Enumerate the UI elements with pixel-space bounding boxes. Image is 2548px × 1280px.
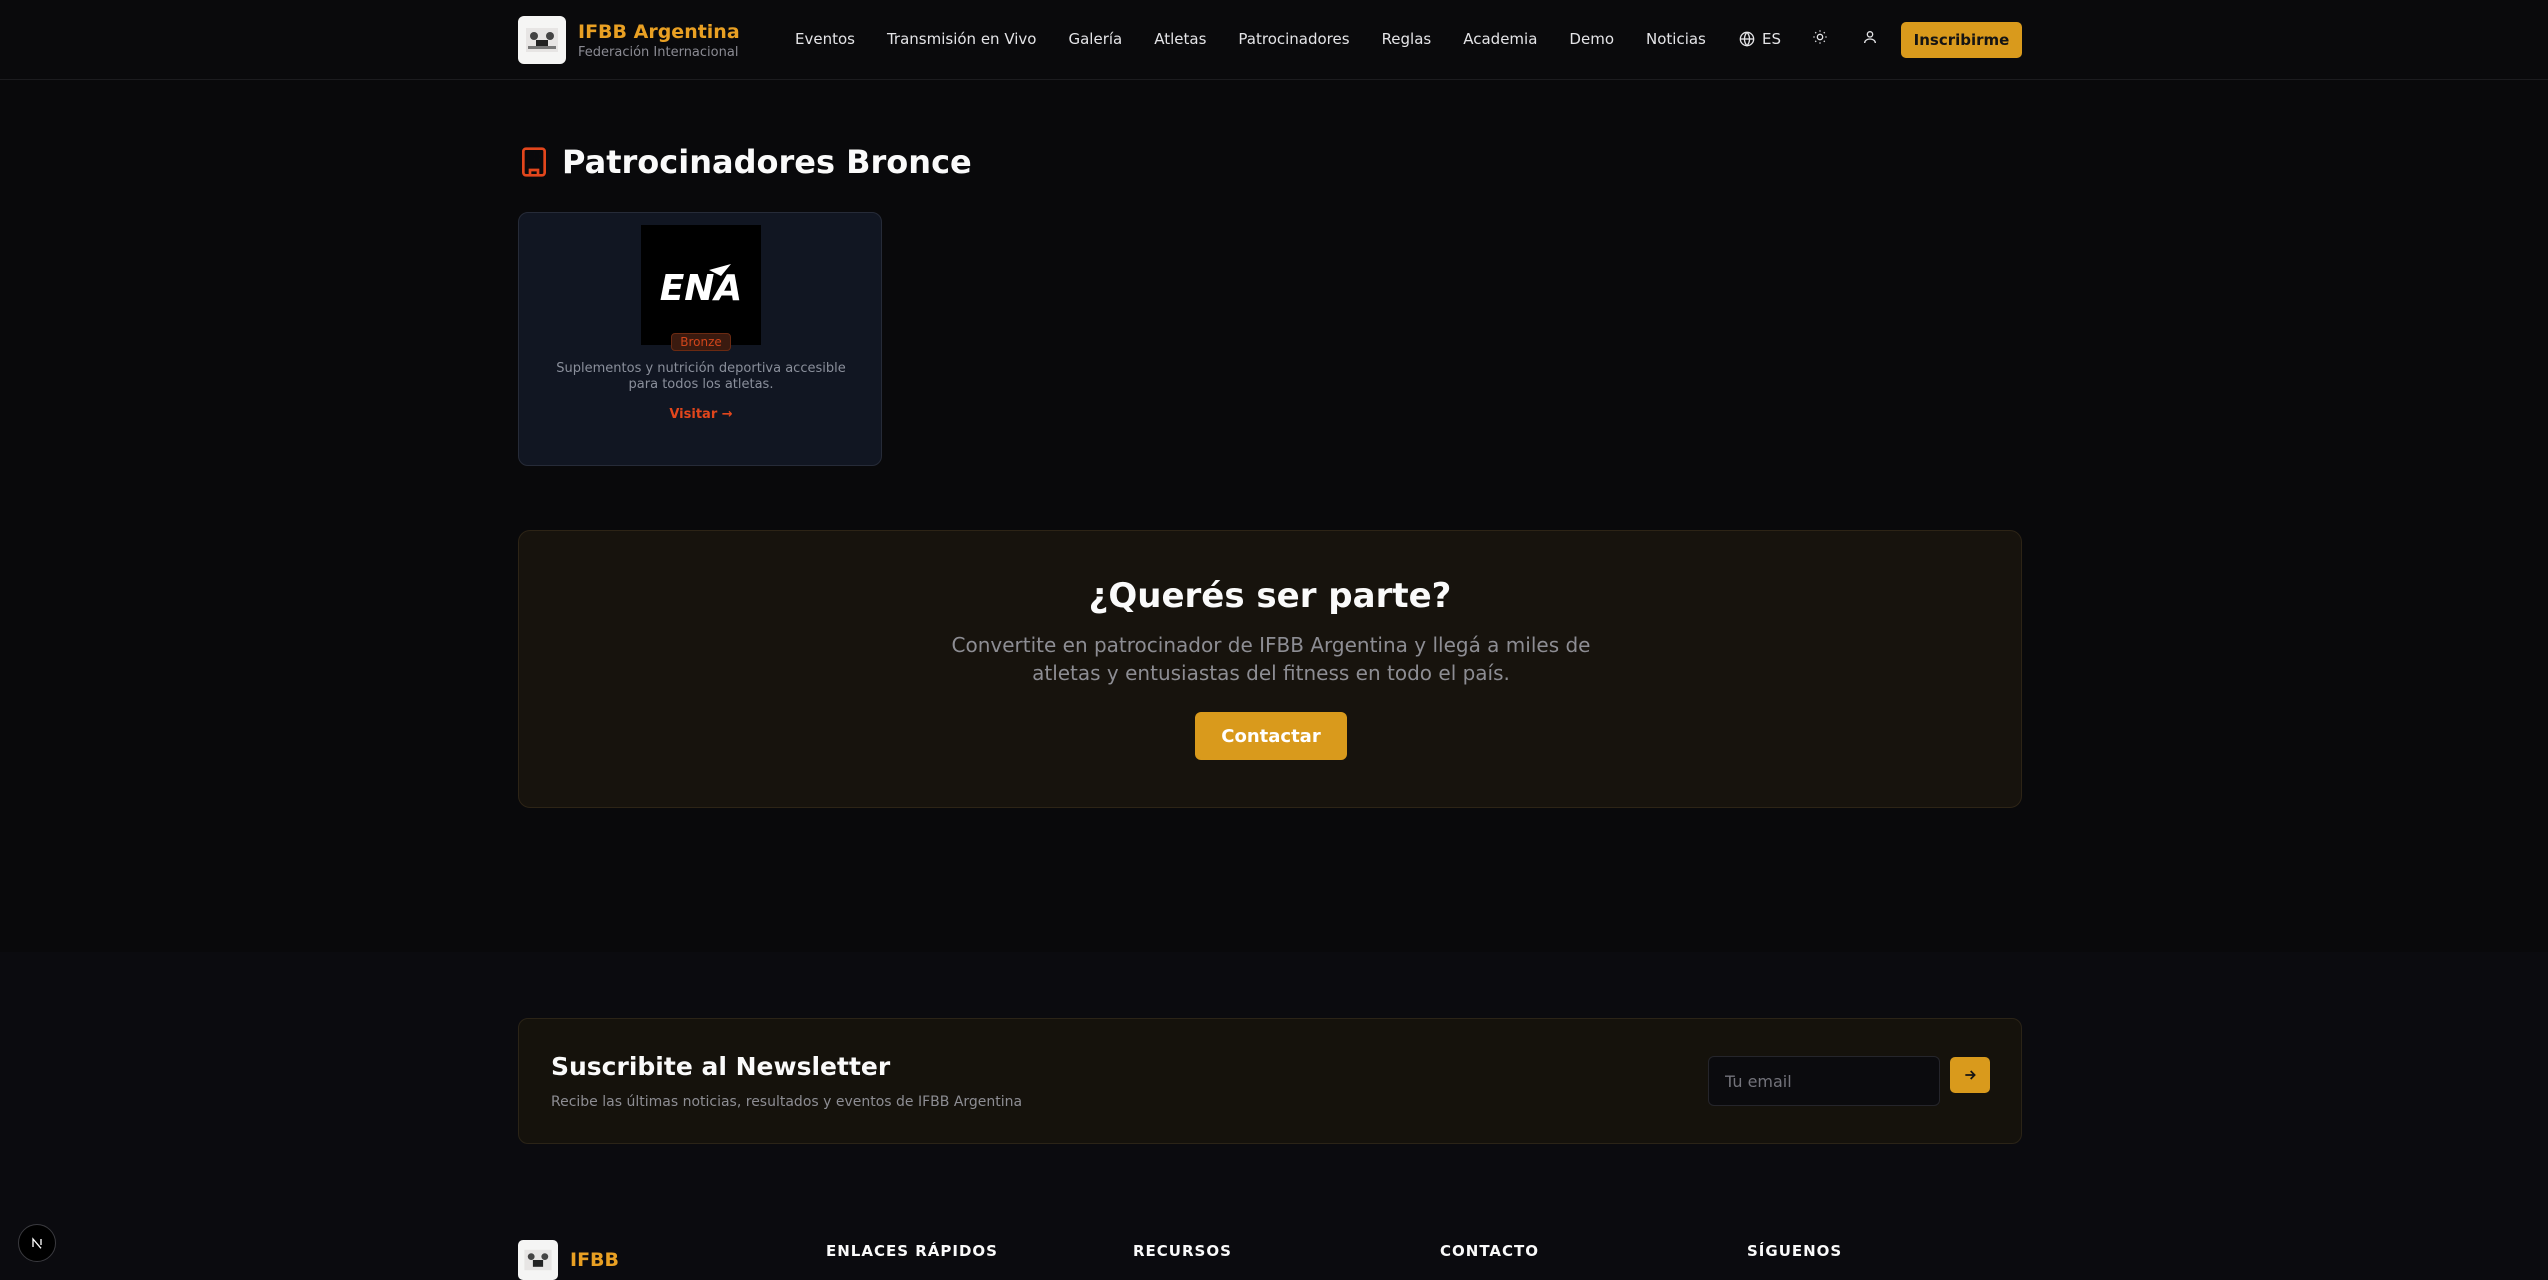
signup-button[interactable]: Inscribirme bbox=[1901, 22, 2022, 58]
footer-heading-contact: CONTACTO bbox=[1440, 1242, 1539, 1260]
tier-badge: Bronze bbox=[671, 333, 731, 351]
building-icon bbox=[522, 147, 546, 177]
nav-eventos[interactable]: Eventos bbox=[795, 28, 855, 50]
become-sponsor-panel: ¿Querés ser parte? Convertite en patroci… bbox=[518, 530, 2022, 808]
nav-academia[interactable]: Academia bbox=[1463, 28, 1537, 50]
ifbb-logo bbox=[518, 16, 566, 64]
bronze-section-heading: Patrocinadores Bronce bbox=[518, 142, 972, 182]
footer-brand[interactable]: IFBB bbox=[518, 1240, 619, 1280]
svg-text:ENA: ENA bbox=[660, 268, 743, 308]
site-header: IFBB Argentina Federación Internacional … bbox=[0, 0, 2548, 80]
bronze-section-title: Patrocinadores Bronce bbox=[562, 143, 972, 181]
main-nav: Eventos Transmisión en Vivo Galería Atle… bbox=[795, 28, 1738, 50]
join-title: ¿Querés ser parte? bbox=[1088, 576, 1452, 616]
visit-link[interactable]: Visitar → bbox=[519, 407, 883, 422]
footer-logo bbox=[518, 1240, 558, 1280]
nav-galeria[interactable]: Galería bbox=[1068, 28, 1122, 50]
nextjs-logo-icon bbox=[32, 1237, 42, 1249]
nav-atletas[interactable]: Atletas bbox=[1154, 28, 1206, 50]
nextjs-devtools-button[interactable] bbox=[18, 1224, 56, 1262]
nav-transmision[interactable]: Transmisión en Vivo bbox=[887, 28, 1037, 50]
nav-reglas[interactable]: Reglas bbox=[1382, 28, 1432, 50]
sun-icon bbox=[1813, 30, 1827, 44]
brand-subtitle: Federación Internacional bbox=[578, 44, 739, 60]
sponsor-description: Suplementos y nutrición deportiva accesi… bbox=[556, 361, 846, 392]
brand-link[interactable]: IFBB Argentina Federación Internacional bbox=[518, 16, 740, 64]
footer-heading-social: SÍGUENOS bbox=[1747, 1242, 1843, 1260]
join-text: Convertite en patrocinador de IFBB Argen… bbox=[951, 633, 1591, 685]
footer-heading-resources: RECURSOS bbox=[1133, 1242, 1232, 1260]
nav-noticias[interactable]: Noticias bbox=[1646, 28, 1706, 50]
newsletter-title: Suscribite al Newsletter bbox=[551, 1052, 891, 1081]
footer-brand-name: IFBB bbox=[570, 1249, 620, 1271]
language-label: ES bbox=[1762, 30, 1781, 48]
user-icon bbox=[1864, 31, 1876, 44]
newsletter-submit-button[interactable] bbox=[1950, 1057, 1990, 1093]
language-switcher[interactable]: ES bbox=[1739, 28, 1781, 50]
nav-demo[interactable]: Demo bbox=[1569, 28, 1614, 50]
newsletter-panel: Suscribite al Newsletter Recibe las últi… bbox=[518, 1018, 2022, 1144]
footer-heading-links: ENLACES RÁPIDOS bbox=[826, 1242, 998, 1260]
arrow-right-icon bbox=[1965, 1070, 1976, 1080]
nav-patrocinadores[interactable]: Patrocinadores bbox=[1238, 28, 1349, 50]
newsletter-subtitle: Recibe las últimas noticias, resultados … bbox=[551, 1094, 1023, 1110]
newsletter-email-input[interactable] bbox=[1708, 1056, 1940, 1106]
ena-logo: ENA bbox=[641, 225, 761, 345]
account-button[interactable] bbox=[1862, 29, 1878, 49]
globe-icon bbox=[1739, 31, 1755, 47]
brand-title: IFBB Argentina bbox=[578, 20, 740, 43]
contact-button[interactable]: Contactar bbox=[1195, 712, 1347, 760]
theme-toggle-button[interactable] bbox=[1812, 29, 1828, 49]
sponsor-card-ena[interactable]: ENA Bronze Suplementos y nutrición depor… bbox=[518, 212, 882, 466]
